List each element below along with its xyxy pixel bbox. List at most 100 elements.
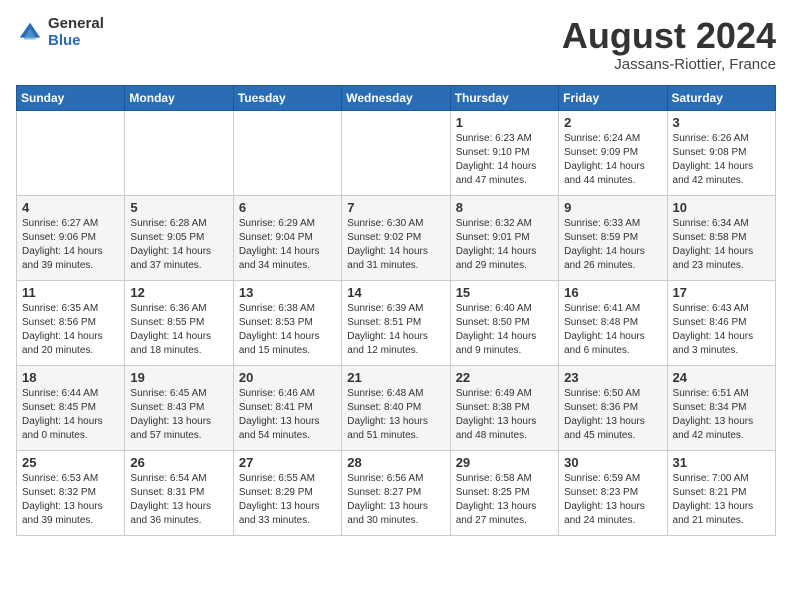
day-number: 1 <box>456 115 553 130</box>
day-number: 2 <box>564 115 661 130</box>
calendar-cell: 6 Sunrise: 6:29 AM Sunset: 9:04 PM Daylig… <box>233 195 341 280</box>
weekday-header-row: SundayMondayTuesdayWednesdayThursdayFrid… <box>17 85 776 110</box>
day-info: Sunrise: 6:27 AM Sunset: 9:06 PM Dayligh… <box>22 217 119 273</box>
calendar-week-row: 25Sunrise: 6:53 AM Sunset: 8:32 PM Dayli… <box>17 450 776 535</box>
calendar-cell <box>233 110 341 195</box>
weekday-header: Tuesday <box>233 85 341 110</box>
day-info: Sunrise: 6:34 AM Sunset: 8:58 PM Dayligh… <box>673 217 770 273</box>
calendar-cell <box>17 110 125 195</box>
calendar-cell: 5 Sunrise: 6:28 AM Sunset: 9:05 PM Daylig… <box>125 195 233 280</box>
calendar-cell: 20 Sunrise: 6:46 AM Sunset: 8:41 PM Dayli… <box>233 365 341 450</box>
day-info: Sunrise: 6:46 AM Sunset: 8:41 PM Dayligh… <box>239 387 336 443</box>
day-number: 16 <box>564 285 661 300</box>
calendar-cell: 1 Sunrise: 6:23 AM Sunset: 9:10 PM Daylig… <box>450 110 558 195</box>
day-info: Sunrise: 6:55 AM Sunset: 8:29 PM Dayligh… <box>239 472 336 528</box>
location-subtitle: Jassans-Riottier, France <box>562 56 776 73</box>
day-number: 12 <box>130 285 227 300</box>
calendar-cell: 15 Sunrise: 6:40 AM Sunset: 8:50 PM Dayli… <box>450 280 558 365</box>
day-number: 11 <box>22 285 119 300</box>
weekday-header: Sunday <box>17 85 125 110</box>
logo-text: General Blue <box>48 16 104 49</box>
logo-general: General <box>48 16 104 33</box>
day-number: 20 <box>239 370 336 385</box>
calendar-cell: 28 Sunrise: 6:56 AM Sunset: 8:27 PM Dayli… <box>342 450 450 535</box>
day-number: 6 <box>239 200 336 215</box>
day-number: 30 <box>564 455 661 470</box>
day-info: Sunrise: 6:44 AM Sunset: 8:45 PM Dayligh… <box>22 387 119 443</box>
calendar-cell: 11 Sunrise: 6:35 AM Sunset: 8:56 PM Dayli… <box>17 280 125 365</box>
calendar-cell: 14 Sunrise: 6:39 AM Sunset: 8:51 PM Dayli… <box>342 280 450 365</box>
calendar-cell: 22Sunrise: 6:49 AM Sunset: 8:38 PM Dayli… <box>450 365 558 450</box>
day-info: Sunrise: 6:38 AM Sunset: 8:53 PM Dayligh… <box>239 302 336 358</box>
calendar-cell: 23 Sunrise: 6:50 AM Sunset: 8:36 PM Dayli… <box>559 365 667 450</box>
month-year-title: August 2024 <box>562 16 776 56</box>
calendar-cell: 2 Sunrise: 6:24 AM Sunset: 9:09 PM Daylig… <box>559 110 667 195</box>
calendar-week-row: 18Sunrise: 6:44 AM Sunset: 8:45 PM Dayli… <box>17 365 776 450</box>
day-info: Sunrise: 6:48 AM Sunset: 8:40 PM Dayligh… <box>347 387 444 443</box>
day-info: Sunrise: 6:43 AM Sunset: 8:46 PM Dayligh… <box>673 302 770 358</box>
calendar-cell: 7Sunrise: 6:30 AM Sunset: 9:02 PM Daylig… <box>342 195 450 280</box>
page-header: General Blue August 2024 Jassans-Riottie… <box>16 16 776 73</box>
calendar-week-row: 11 Sunrise: 6:35 AM Sunset: 8:56 PM Dayli… <box>17 280 776 365</box>
day-info: Sunrise: 6:24 AM Sunset: 9:09 PM Dayligh… <box>564 132 661 188</box>
calendar-week-row: 4 Sunrise: 6:27 AM Sunset: 9:06 PM Daylig… <box>17 195 776 280</box>
calendar-cell: 8Sunrise: 6:32 AM Sunset: 9:01 PM Daylig… <box>450 195 558 280</box>
day-info: Sunrise: 6:29 AM Sunset: 9:04 PM Dayligh… <box>239 217 336 273</box>
day-info: Sunrise: 6:35 AM Sunset: 8:56 PM Dayligh… <box>22 302 119 358</box>
logo-icon <box>16 19 44 47</box>
day-info: Sunrise: 6:45 AM Sunset: 8:43 PM Dayligh… <box>130 387 227 443</box>
title-block: August 2024 Jassans-Riottier, France <box>562 16 776 73</box>
calendar-cell: 30Sunrise: 6:59 AM Sunset: 8:23 PM Dayli… <box>559 450 667 535</box>
weekday-header: Wednesday <box>342 85 450 110</box>
calendar-cell: 4 Sunrise: 6:27 AM Sunset: 9:06 PM Daylig… <box>17 195 125 280</box>
day-info: Sunrise: 6:23 AM Sunset: 9:10 PM Dayligh… <box>456 132 553 188</box>
day-number: 23 <box>564 370 661 385</box>
calendar-table: SundayMondayTuesdayWednesdayThursdayFrid… <box>16 85 776 536</box>
day-info: Sunrise: 6:36 AM Sunset: 8:55 PM Dayligh… <box>130 302 227 358</box>
calendar-cell: 25Sunrise: 6:53 AM Sunset: 8:32 PM Dayli… <box>17 450 125 535</box>
calendar-cell: 16 Sunrise: 6:41 AM Sunset: 8:48 PM Dayli… <box>559 280 667 365</box>
calendar-week-row: 1 Sunrise: 6:23 AM Sunset: 9:10 PM Daylig… <box>17 110 776 195</box>
day-info: Sunrise: 6:54 AM Sunset: 8:31 PM Dayligh… <box>130 472 227 528</box>
day-number: 15 <box>456 285 553 300</box>
day-number: 22 <box>456 370 553 385</box>
calendar-cell: 18Sunrise: 6:44 AM Sunset: 8:45 PM Dayli… <box>17 365 125 450</box>
day-number: 27 <box>239 455 336 470</box>
day-info: Sunrise: 6:28 AM Sunset: 9:05 PM Dayligh… <box>130 217 227 273</box>
calendar-cell: 3Sunrise: 6:26 AM Sunset: 9:08 PM Daylig… <box>667 110 775 195</box>
day-number: 8 <box>456 200 553 215</box>
calendar-cell: 12 Sunrise: 6:36 AM Sunset: 8:55 PM Dayli… <box>125 280 233 365</box>
calendar-cell: 10 Sunrise: 6:34 AM Sunset: 8:58 PM Dayli… <box>667 195 775 280</box>
calendar-cell <box>342 110 450 195</box>
day-info: Sunrise: 6:30 AM Sunset: 9:02 PM Dayligh… <box>347 217 444 273</box>
day-info: Sunrise: 6:56 AM Sunset: 8:27 PM Dayligh… <box>347 472 444 528</box>
day-number: 10 <box>673 200 770 215</box>
calendar-cell: 31Sunrise: 7:00 AM Sunset: 8:21 PM Dayli… <box>667 450 775 535</box>
day-info: Sunrise: 6:50 AM Sunset: 8:36 PM Dayligh… <box>564 387 661 443</box>
logo-blue: Blue <box>48 33 104 50</box>
calendar-cell: 29 Sunrise: 6:58 AM Sunset: 8:25 PM Dayli… <box>450 450 558 535</box>
day-number: 4 <box>22 200 119 215</box>
day-info: Sunrise: 6:41 AM Sunset: 8:48 PM Dayligh… <box>564 302 661 358</box>
day-info: Sunrise: 6:39 AM Sunset: 8:51 PM Dayligh… <box>347 302 444 358</box>
day-number: 14 <box>347 285 444 300</box>
day-info: Sunrise: 7:00 AM Sunset: 8:21 PM Dayligh… <box>673 472 770 528</box>
day-info: Sunrise: 6:51 AM Sunset: 8:34 PM Dayligh… <box>673 387 770 443</box>
day-number: 13 <box>239 285 336 300</box>
day-number: 17 <box>673 285 770 300</box>
day-number: 29 <box>456 455 553 470</box>
calendar-cell: 13 Sunrise: 6:38 AM Sunset: 8:53 PM Dayli… <box>233 280 341 365</box>
day-number: 26 <box>130 455 227 470</box>
day-number: 28 <box>347 455 444 470</box>
day-number: 9 <box>564 200 661 215</box>
day-info: Sunrise: 6:58 AM Sunset: 8:25 PM Dayligh… <box>456 472 553 528</box>
day-info: Sunrise: 6:33 AM Sunset: 8:59 PM Dayligh… <box>564 217 661 273</box>
day-number: 21 <box>347 370 444 385</box>
day-info: Sunrise: 6:40 AM Sunset: 8:50 PM Dayligh… <box>456 302 553 358</box>
calendar-cell: 26 Sunrise: 6:54 AM Sunset: 8:31 PM Dayli… <box>125 450 233 535</box>
calendar-cell: 9 Sunrise: 6:33 AM Sunset: 8:59 PM Daylig… <box>559 195 667 280</box>
calendar-cell: 27 Sunrise: 6:55 AM Sunset: 8:29 PM Dayli… <box>233 450 341 535</box>
day-number: 5 <box>130 200 227 215</box>
day-number: 19 <box>130 370 227 385</box>
calendar-cell <box>125 110 233 195</box>
